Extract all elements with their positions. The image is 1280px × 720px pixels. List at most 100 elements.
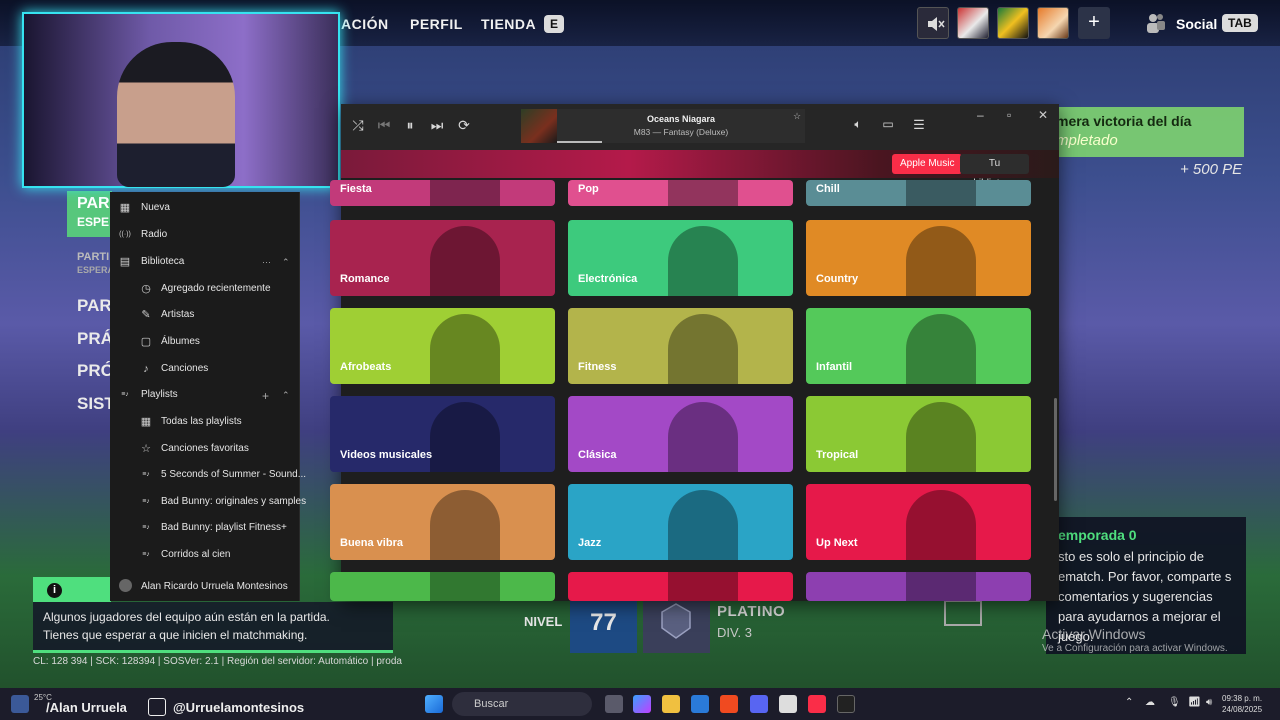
chevron-up-icon[interactable]: ⌃ — [282, 257, 290, 268]
genre-tile[interactable] — [330, 572, 555, 601]
game-menu-item[interactable]: PRÁ — [77, 329, 113, 349]
repeat-icon[interactable]: ⟳ — [454, 117, 474, 134]
game-menu-item[interactable]: PRÓ — [77, 361, 114, 381]
genre-tile[interactable]: Pop — [568, 180, 793, 206]
queue-icon[interactable]: ☰ — [909, 117, 929, 133]
copilot-icon[interactable] — [633, 695, 651, 713]
volume-icon[interactable]: 🔈︎ — [848, 117, 868, 132]
sidebar-item[interactable]: Bad Bunny: playlist Fitness+ — [161, 522, 287, 533]
genre-tile[interactable]: Tropical — [806, 396, 1031, 472]
task-view-icon[interactable] — [605, 695, 623, 713]
close-icon[interactable]: ✕ — [1038, 108, 1048, 122]
tab-apple-music[interactable]: Apple Music — [892, 154, 963, 174]
genre-tile[interactable]: Up Next — [806, 484, 1031, 560]
sidebar-item[interactable]: Canciones favoritas — [161, 443, 249, 454]
social-label[interactable]: Social — [1176, 16, 1217, 32]
sidebar-item[interactable]: Playlists — [141, 389, 178, 400]
party-tag: ESPERA — [77, 265, 115, 275]
sidebar-item[interactable]: Radio — [141, 229, 167, 240]
sidebar-item[interactable]: Bad Bunny: originales y samples — [161, 496, 306, 507]
genre-tile-label: Tropical — [816, 449, 859, 461]
cloud-icon[interactable]: ☁ — [1145, 697, 1155, 708]
genre-tile[interactable]: Videos musicales — [330, 396, 555, 472]
sidebar-item[interactable]: Artistas — [161, 309, 194, 320]
genre-tile[interactable]: Jazz — [568, 484, 793, 560]
genre-tile[interactable]: Chill — [806, 180, 1031, 206]
challenge-status: mpletado — [1056, 132, 1118, 149]
app-icon[interactable] — [779, 695, 797, 713]
apple-music-icon[interactable] — [808, 695, 826, 713]
genre-tile[interactable] — [568, 572, 793, 601]
genre-artwork — [906, 572, 976, 601]
nav-item-shop[interactable]: TIENDA — [481, 16, 536, 32]
genre-tile[interactable]: Clásica — [568, 396, 793, 472]
genre-artwork — [906, 226, 976, 296]
add-playlist-icon[interactable]: + — [262, 389, 269, 403]
taskbar-search[interactable] — [452, 692, 592, 716]
game-menu-item[interactable]: PAR — [77, 296, 112, 316]
genre-artwork — [430, 490, 500, 560]
sidebar-item[interactable]: Todas las playlists — [161, 416, 242, 427]
chevron-up-icon[interactable]: ⌃ — [1125, 697, 1133, 708]
sidebar-item[interactable]: Corridos al cien — [161, 549, 230, 560]
sidebar-item[interactable]: Biblioteca — [141, 256, 184, 267]
favorite-star-icon[interactable]: ☆ — [793, 111, 801, 122]
friend-avatar[interactable] — [997, 7, 1029, 39]
genre-tile[interactable]: Romance — [330, 220, 555, 296]
sidebar-item[interactable]: Nueva — [141, 202, 170, 213]
sidebar-item[interactable]: 5 Seconds of Summer - Sound... — [161, 469, 306, 480]
genre-tile[interactable]: Infantil — [806, 308, 1031, 384]
friend-avatar[interactable] — [957, 7, 989, 39]
genre-tile-label: Fiesta — [340, 183, 372, 195]
store-icon[interactable] — [691, 695, 709, 713]
discord-icon[interactable] — [750, 695, 768, 713]
genre-tile[interactable]: Fiesta — [330, 180, 555, 206]
sidebar-item[interactable]: Canciones — [161, 363, 208, 374]
volume-icon[interactable]: 🔊︎ — [1206, 697, 1212, 708]
chevron-up-icon[interactable]: ⌃ — [282, 390, 290, 401]
maximize-icon[interactable]: ▫ — [1007, 108, 1011, 122]
genre-tile[interactable]: Electrónica — [568, 220, 793, 296]
sidebar-item[interactable]: Agregado recientemente — [161, 283, 271, 294]
more-options-icon[interactable]: ··· — [262, 257, 271, 267]
microphone-icon[interactable]: 🎙︎ — [1168, 697, 1181, 708]
level-label: NIVEL — [524, 614, 563, 629]
sidebar-user-name[interactable]: Alan Ricardo Urruela Montesinos — [141, 581, 288, 592]
playback-progress[interactable] — [557, 141, 602, 143]
clock-icon: ◷ — [141, 283, 151, 295]
previous-icon[interactable]: ⏮ — [374, 117, 394, 134]
file-explorer-icon[interactable] — [662, 695, 680, 713]
genre-tile[interactable]: Buena vibra — [330, 484, 555, 560]
content-scrollbar[interactable] — [1054, 398, 1057, 501]
windows-activation-title: Activar Windows — [1042, 626, 1146, 642]
shuffle-icon[interactable]: ⤮ — [348, 117, 368, 134]
tab-your-library[interactable]: Tu biblioteca — [960, 154, 1029, 189]
playlist-icon: ≡♪ — [142, 471, 150, 478]
friend-avatar[interactable] — [1037, 7, 1069, 39]
social-handle: @Urruelamontesinos — [173, 700, 305, 715]
genre-tile[interactable]: Fitness — [568, 308, 793, 384]
nav-item-profile[interactable]: PERFIL — [410, 16, 463, 32]
game-app-icon[interactable] — [837, 695, 855, 713]
now-playing-artwork[interactable] — [521, 109, 557, 143]
add-friend-button[interactable]: + — [1078, 7, 1110, 39]
wifi-icon[interactable]: 📶︎ — [1188, 697, 1201, 708]
genre-tile[interactable]: Country — [806, 220, 1031, 296]
windows-activation-subtitle: Ve a Configuración para activar Windows. — [1042, 643, 1228, 654]
sidebar-item[interactable]: Álbumes — [161, 336, 200, 347]
pause-icon[interactable]: ⏸ — [400, 117, 420, 134]
grid-icon: ▦ — [119, 202, 131, 214]
genre-tile[interactable] — [806, 572, 1031, 601]
genre-tile[interactable]: Afrobeats — [330, 308, 555, 384]
minimize-icon[interactable]: – — [977, 108, 984, 122]
avatar[interactable] — [119, 579, 132, 592]
windows-start-icon[interactable] — [425, 695, 443, 713]
friend-avatar-muted[interactable] — [917, 7, 949, 39]
lyrics-icon[interactable]: ▭ — [878, 117, 898, 131]
next-icon[interactable]: ⏭ — [427, 117, 447, 134]
challenge-reward: + 500 PE — [1180, 161, 1243, 178]
party-tag: PARTI — [77, 251, 110, 263]
brave-icon[interactable] — [720, 695, 738, 713]
nav-item-action[interactable]: ACIÓN — [341, 16, 389, 32]
taskbar-clock[interactable]: 09:38 p. m. 24/08/2025 — [1222, 693, 1262, 715]
